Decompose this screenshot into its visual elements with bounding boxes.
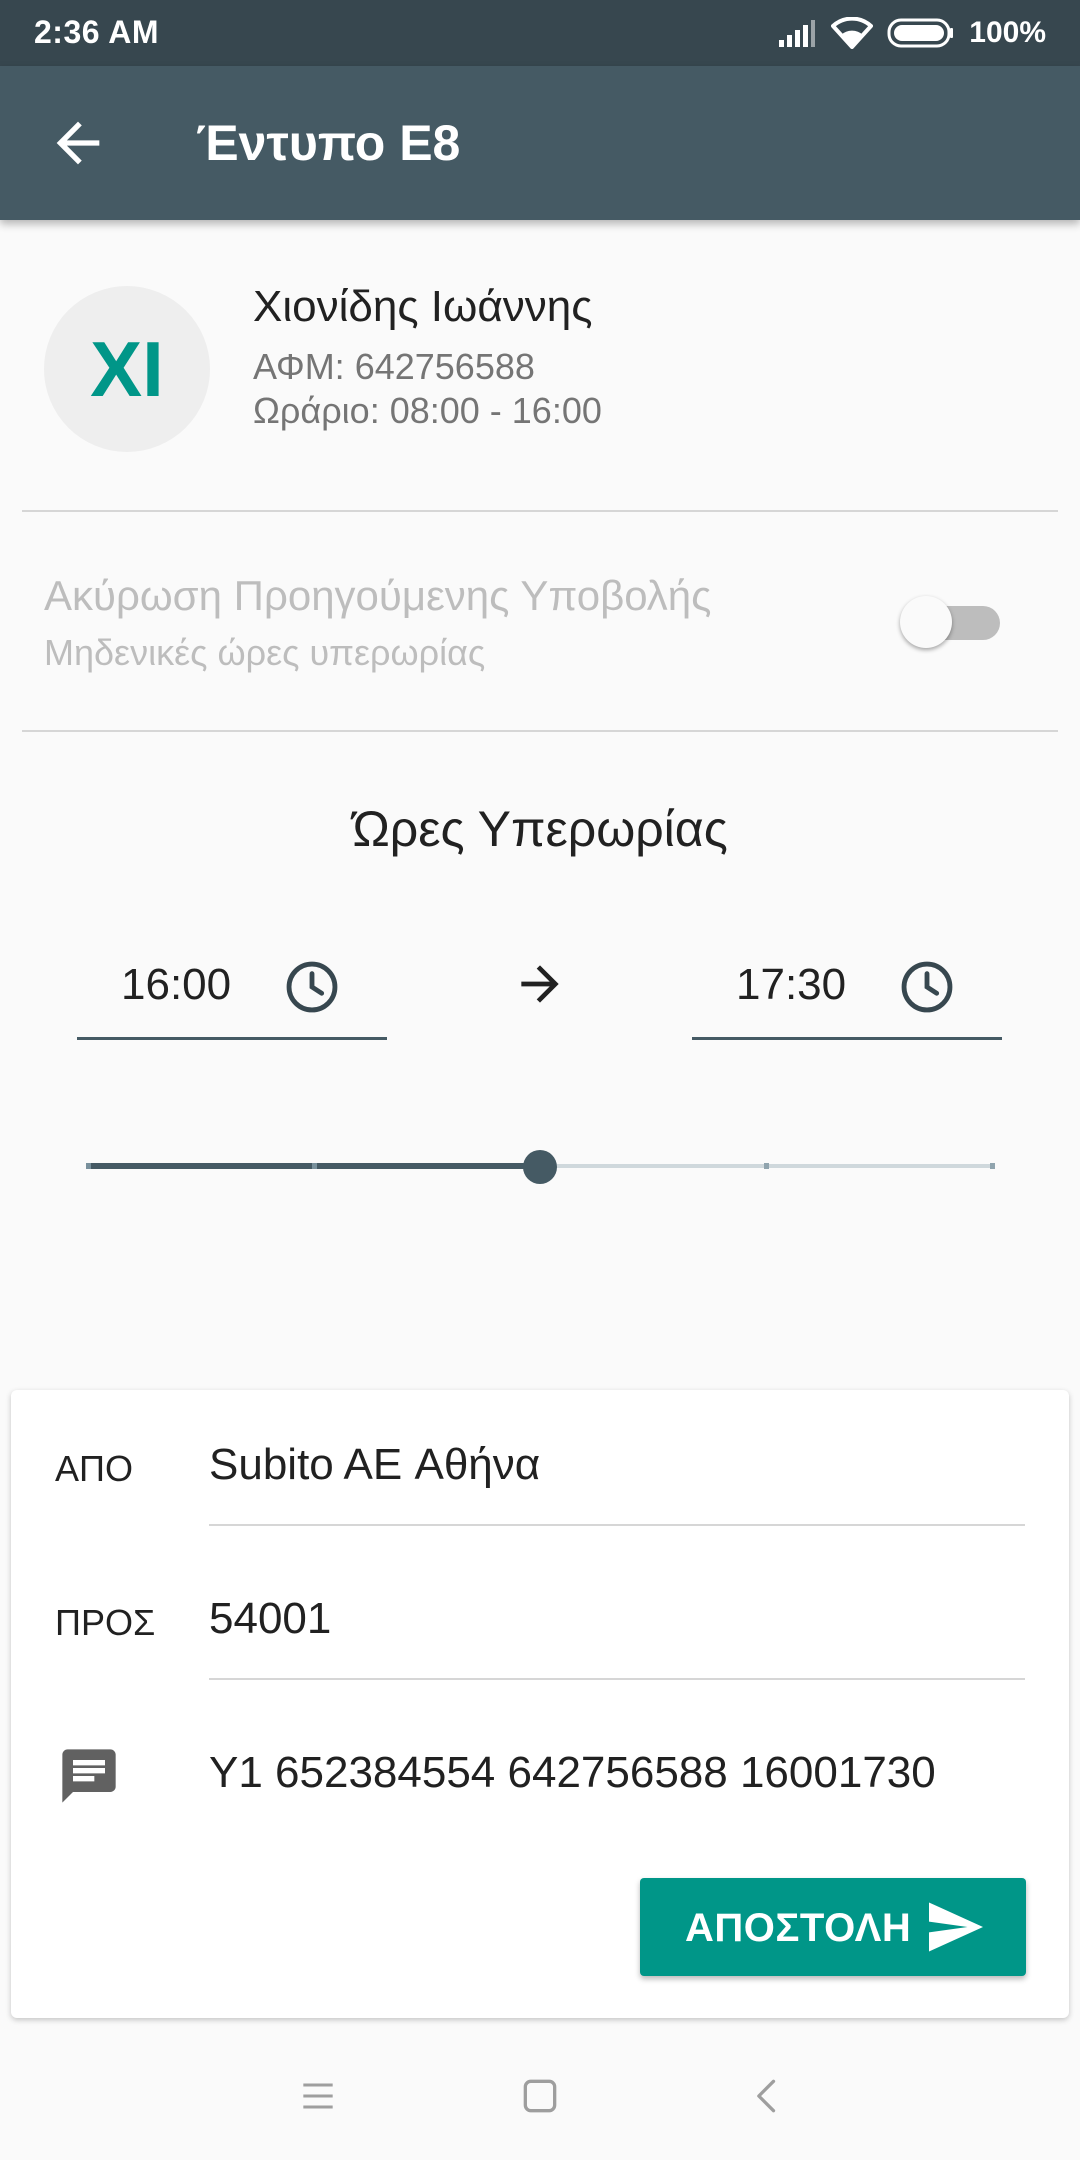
slider-thumb[interactable] <box>523 1150 557 1184</box>
overtime-slider[interactable] <box>86 1146 995 1186</box>
back-icon[interactable] <box>746 2074 790 2118</box>
switch-thumb <box>900 596 952 648</box>
divider <box>22 510 1058 512</box>
slider-tick <box>312 1163 317 1169</box>
employee-afm: ΑΦΜ: 642756588 <box>253 346 535 387</box>
employee-name: Χιονίδης Ιωάννης <box>253 282 593 331</box>
status-icons: 100% <box>777 12 1046 54</box>
status-time: 2:36 AM <box>34 14 160 50</box>
app-bar: Έντυπο Ε8 <box>0 66 1080 220</box>
to-underline <box>209 1678 1025 1680</box>
to-time-value: 17:30 <box>736 960 847 1009</box>
from-time-value: 16:00 <box>121 960 232 1009</box>
send-button[interactable]: ΑΠΟΣΤΟΛΗ <box>640 1878 1026 1976</box>
to-label: ΠΡΟΣ <box>55 1602 156 1643</box>
from-label: ΑΠΟ <box>55 1448 134 1489</box>
message-icon <box>62 1749 116 1803</box>
send-icon <box>929 1902 983 1952</box>
from-underline <box>209 1524 1025 1526</box>
navigation-bar <box>0 2030 1080 2160</box>
from-time-field[interactable]: 16:00 <box>77 946 387 1040</box>
employee-schedule: Ωράριο: 08:00 - 16:00 <box>253 390 602 431</box>
cancel-previous-subtitle: Μηδενικές ώρες υπερωρίας <box>44 632 486 673</box>
signal-icon <box>779 20 816 47</box>
cancel-previous-title: Ακύρωση Προηγούμενης Υποβολής <box>44 572 712 619</box>
clock-icon[interactable] <box>283 958 341 1016</box>
arrow-right-icon <box>521 965 559 1003</box>
battery-icon <box>887 18 954 48</box>
from-value[interactable]: Subito AE Αθήνα <box>209 1440 540 1490</box>
send-button-label: ΑΠΟΣΤΟΛΗ <box>685 1906 912 1950</box>
avatar: ΧΙ <box>44 286 210 452</box>
divider <box>22 730 1058 732</box>
arrow-back-icon[interactable] <box>46 111 110 175</box>
sms-card: ΑΠΟ Subito AE Αθήνα ΠΡΟΣ 54001 Y1 652384… <box>11 1390 1069 2018</box>
slider-tick <box>764 1163 769 1169</box>
cancel-previous-switch[interactable] <box>900 596 1004 648</box>
status-bar: 2:36 AM 100% <box>0 0 1080 66</box>
to-value[interactable]: 54001 <box>209 1594 331 1644</box>
message-text: Y1 652384554 642756588 16001730 <box>209 1748 936 1797</box>
page-title: Έντυπο Ε8 <box>196 115 461 171</box>
battery-percent: 100% <box>969 16 1046 49</box>
overtime-title: Ώρες Υπερωρίας <box>352 801 728 857</box>
wifi-icon <box>831 17 874 49</box>
slider-tick <box>86 1163 91 1169</box>
menu-icon[interactable] <box>296 2074 340 2118</box>
clock-icon[interactable] <box>898 958 956 1016</box>
slider-tick <box>990 1163 995 1169</box>
to-time-field[interactable]: 17:30 <box>692 946 1002 1040</box>
home-icon[interactable] <box>518 2074 562 2118</box>
